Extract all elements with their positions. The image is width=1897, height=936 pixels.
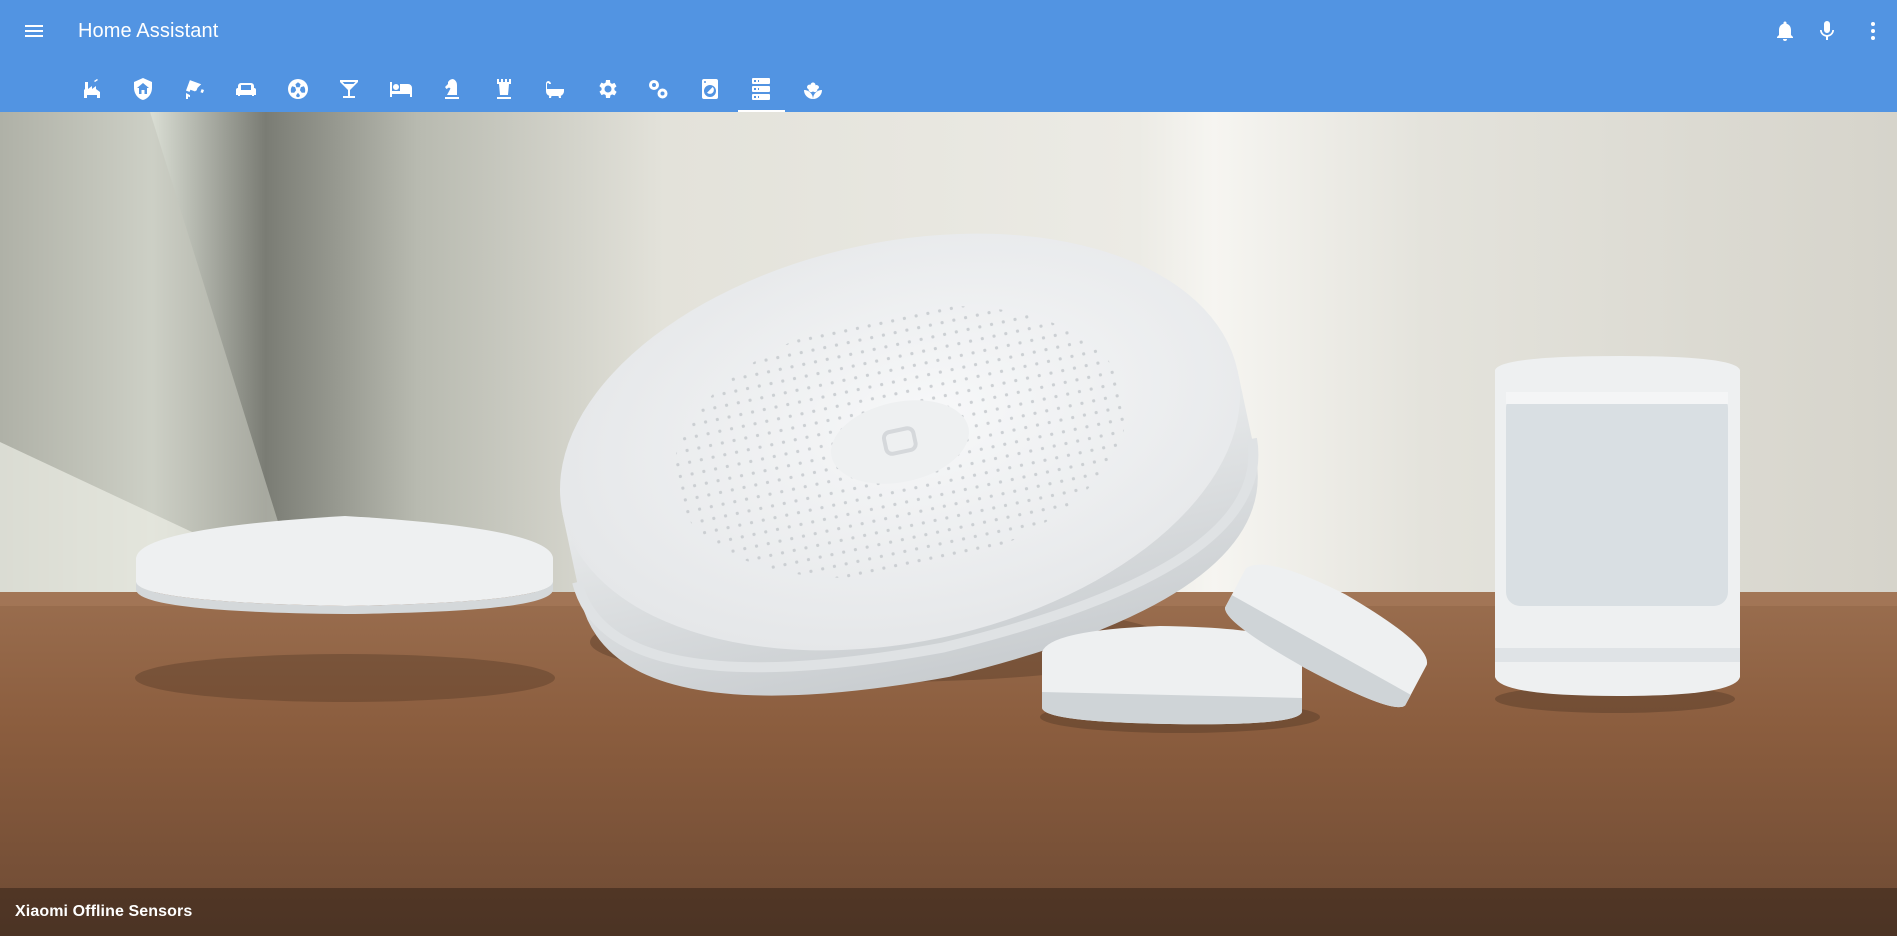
tab-security[interactable]	[118, 66, 170, 112]
menu-button[interactable]	[14, 13, 54, 49]
bathtub-icon	[546, 81, 565, 98]
toolbar-top-row: Home Assistant	[0, 0, 1897, 62]
chess-knight-icon	[445, 79, 460, 99]
tab-games[interactable]	[427, 66, 479, 112]
app-title: Home Assistant	[78, 20, 219, 42]
lovelace-view: Xiaomi Offline Sensors	[0, 112, 1897, 936]
settings-multiple-icon	[649, 80, 668, 99]
picture-card[interactable]: Xiaomi Offline Sensors	[0, 112, 1897, 936]
tab-servers[interactable]	[736, 66, 788, 112]
overflow-menu-button[interactable]	[1855, 13, 1891, 49]
bell-icon	[1777, 21, 1793, 41]
view-tabs	[66, 66, 839, 112]
tab-living-room[interactable]	[221, 66, 273, 112]
tab-bathroom[interactable]	[530, 66, 582, 112]
chess-rook-icon	[496, 79, 511, 99]
tab-system[interactable]	[633, 66, 685, 112]
card-title: Xiaomi Offline Sensors	[15, 903, 193, 920]
app-toolbar: Home Assistant	[0, 0, 1897, 112]
tab-garden[interactable]	[787, 66, 839, 112]
tab-laundry[interactable]	[684, 66, 736, 112]
dots-vertical-icon	[1871, 22, 1875, 40]
sofa-icon	[236, 83, 257, 96]
settings-icon	[599, 80, 617, 98]
home-assistant-app: Home Assistant Xiaomi Offline Sensors	[0, 0, 1897, 936]
server-icon	[752, 78, 771, 100]
tab-cameras[interactable]	[169, 66, 221, 112]
washing-machine-icon	[701, 79, 718, 99]
tab-sports[interactable]	[272, 66, 324, 112]
voice-command-button[interactable]	[1809, 13, 1845, 49]
glass-cocktail-icon	[340, 80, 359, 98]
tab-bedroom[interactable]	[375, 66, 427, 112]
flower-icon	[803, 82, 822, 99]
soccer-icon	[287, 79, 308, 99]
tab-factory[interactable]	[66, 66, 118, 112]
microphone-icon	[1820, 21, 1834, 40]
tab-bar[interactable]	[324, 66, 376, 112]
menu-icon	[25, 25, 43, 37]
tab-castle[interactable]	[478, 66, 530, 112]
shield-home-icon	[134, 78, 153, 100]
xiaomi-sensors-photo	[0, 112, 1897, 936]
card-footer: Xiaomi Offline Sensors	[0, 888, 1897, 936]
cctv-icon	[185, 80, 204, 99]
notifications-button[interactable]	[1767, 13, 1803, 49]
factory-icon	[83, 79, 100, 98]
tab-settings[interactable]	[581, 66, 633, 112]
bed-icon	[389, 82, 412, 97]
